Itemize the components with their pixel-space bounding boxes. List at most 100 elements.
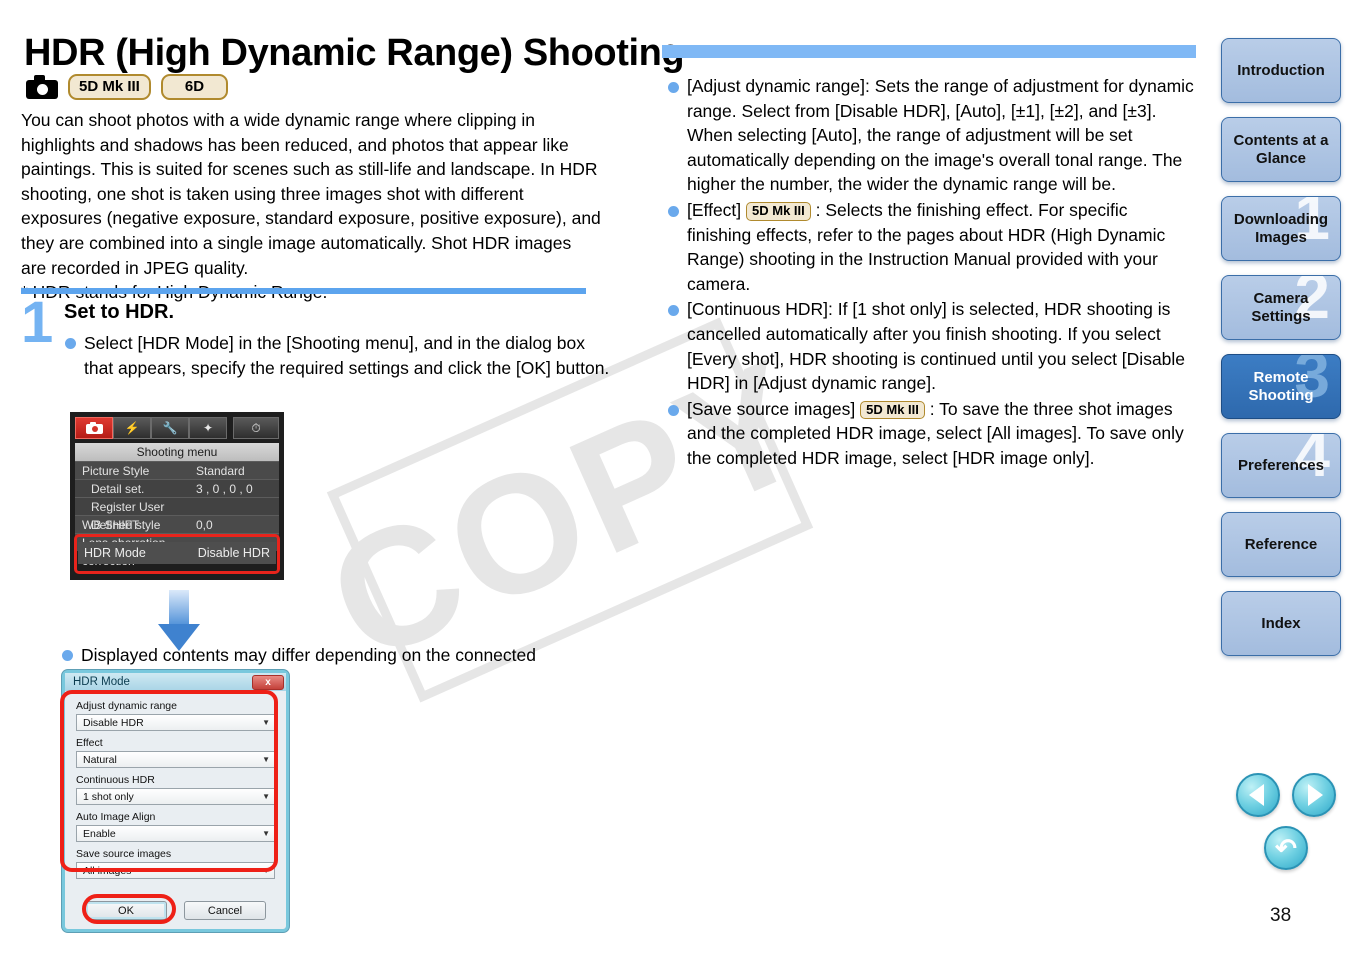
- camera-menu-row: Detail set. 3 , 0 , 0 , 0: [75, 479, 279, 497]
- sidebar-item-index[interactable]: Index: [1221, 591, 1341, 656]
- badge-6d: 6D: [160, 74, 229, 101]
- sidebar-item-downloading-images[interactable]: 1 Downloading Images: [1221, 196, 1341, 261]
- continuous-hdr-select[interactable]: 1 shot only ▼: [76, 788, 275, 805]
- step-section-rule: [21, 288, 586, 294]
- row-label: HDR Mode: [84, 546, 146, 560]
- bullet-dot-icon: [62, 650, 73, 661]
- ok-button[interactable]: OK: [85, 901, 167, 920]
- intro-paragraph: You can shoot photos with a wide dynamic…: [21, 110, 601, 278]
- bullet-adjust-dynamic-range: [Adjust dynamic range]: Sets the range o…: [668, 74, 1196, 197]
- camera-icon: [26, 75, 58, 100]
- chevron-down-icon: ▼: [262, 718, 270, 727]
- row-value: 0,0: [196, 518, 213, 532]
- bullet-text: [Effect] 5D Mk III : Selects the finishi…: [687, 199, 1166, 294]
- title-rule: [662, 45, 1196, 58]
- camera-menu-row: WB SHIFT 0,0: [75, 515, 279, 533]
- bullet-dot-icon: [668, 205, 679, 217]
- field-save-source-images: Save source images All images ▼: [76, 848, 275, 879]
- save-source-images-select[interactable]: All images ▼: [76, 862, 275, 879]
- adjust-dynamic-range-select[interactable]: Disable HDR ▼: [76, 714, 275, 731]
- flash-tab-icon: ⚡: [113, 417, 151, 439]
- page-nav-controls: ↶: [1236, 773, 1336, 870]
- select-value: 1 shot only: [83, 790, 134, 803]
- bullet-dot-icon: [668, 82, 679, 93]
- chevron-down-icon: ▼: [262, 755, 270, 764]
- field-label: Save source images: [76, 848, 172, 860]
- step-bullet: Select [HDR Mode] in the [Shooting menu]…: [65, 331, 610, 380]
- select-value: All images: [83, 864, 132, 877]
- field-auto-image-align: Auto Image Align Enable ▼: [76, 811, 275, 842]
- row-label: WB SHIFT: [82, 518, 140, 532]
- step-number: 1: [21, 290, 54, 355]
- dialog-title-bar: HDR Mode x: [65, 673, 286, 691]
- sidebar-item-label: Index: [1261, 614, 1301, 632]
- chevron-down-icon: ▼: [262, 792, 270, 801]
- sidebar-item-contents-at-a-glance[interactable]: Contents at a Glance: [1221, 117, 1341, 182]
- select-value: Disable HDR: [83, 716, 144, 729]
- return-arrow-icon[interactable]: ↶: [1264, 826, 1308, 870]
- next-arrow-icon[interactable]: [1292, 773, 1336, 817]
- dialog-buttons: OK Cancel: [65, 901, 286, 920]
- field-label: Auto Image Align: [76, 811, 156, 823]
- badge-5d-mk-iii: 5D Mk III: [68, 74, 151, 101]
- bullet-text: [Adjust dynamic range]: Sets the range o…: [687, 76, 1194, 195]
- camera-menu-row: Picture Style Standard: [75, 461, 279, 479]
- bullet-dot-icon: [65, 338, 76, 349]
- row-label: Picture Style: [82, 464, 150, 478]
- inline-badge-5d-mk-iii: 5D Mk III: [860, 400, 925, 420]
- sidebar-nav: Introduction Contents at a Glance 1 Down…: [1221, 38, 1341, 670]
- field-adjust-dynamic-range: Adjust dynamic range Disable HDR ▼: [76, 700, 275, 731]
- step-title: Set to HDR.: [64, 301, 174, 323]
- sidebar-item-remote-shooting[interactable]: 3 Remote Shooting: [1221, 354, 1341, 419]
- camera-tab-icon: [75, 417, 113, 439]
- sidebar-item-reference[interactable]: Reference: [1221, 512, 1341, 577]
- star-tab-icon: ✦: [189, 417, 227, 439]
- row-label: Detail set.: [91, 482, 145, 496]
- row-label: Register User Defined style: [91, 500, 165, 532]
- close-icon[interactable]: x: [252, 674, 284, 690]
- inline-badge-5d-mk-iii: 5D Mk III: [746, 201, 811, 221]
- page-number: 38: [1270, 905, 1292, 926]
- sidebar-item-preferences[interactable]: 4 Preferences: [1221, 433, 1341, 498]
- camera-menu-screenshot: ⚡ 🔧 ✦ ⏱ Shooting menu Picture Style Stan…: [70, 412, 284, 580]
- chevron-down-icon: ▼: [262, 866, 270, 875]
- bullet-dot-icon: [668, 305, 679, 317]
- camera-menu-tabs: ⚡ 🔧 ✦ ⏱: [75, 417, 279, 439]
- sidebar-item-label: Reference: [1244, 535, 1318, 553]
- dialog-body: Adjust dynamic range Disable HDR ▼ Effec…: [65, 691, 286, 879]
- camera-menu-title: Shooting menu: [75, 443, 279, 461]
- bullet-save-source-images: [Save source images] 5D Mk III : To save…: [668, 397, 1196, 471]
- sidebar-item-label: Preferences: [1238, 456, 1324, 474]
- clock-tab-icon: ⏱: [233, 417, 279, 439]
- camera-menu-row-hdr-mode: HDR Mode Disable HDR: [78, 542, 276, 564]
- hdr-mode-dialog: HDR Mode x Adjust dynamic range Disable …: [62, 670, 289, 932]
- field-effect: Effect Natural ▼: [76, 737, 275, 768]
- chevron-down-icon: ▼: [262, 829, 270, 838]
- sidebar-item-label: Contents at a Glance: [1233, 131, 1329, 167]
- bullet-continuous-hdr: [Continuous HDR]: If [1 shot only] is se…: [668, 297, 1196, 395]
- sidebar-item-introduction[interactable]: Introduction: [1221, 38, 1341, 103]
- bullet-effect: [Effect] 5D Mk III : Selects the finishi…: [668, 198, 1196, 296]
- prev-arrow-icon[interactable]: [1236, 773, 1280, 817]
- sidebar-item-label: Introduction: [1237, 61, 1325, 79]
- dialog-title-text: HDR Mode: [73, 676, 130, 688]
- row-value: Standard: [196, 464, 245, 478]
- sidebar-item-label: Camera Settings: [1251, 289, 1311, 325]
- page-title: HDR (High Dynamic Range) Shooting: [24, 32, 685, 74]
- sidebar-item-camera-settings[interactable]: 2 Camera Settings: [1221, 275, 1341, 340]
- cancel-button[interactable]: Cancel: [184, 901, 266, 920]
- right-column-bullets: [Adjust dynamic range]: Sets the range o…: [668, 74, 1196, 472]
- camera-model-badges: 5D Mk III 6D: [26, 74, 229, 101]
- select-value: Natural: [83, 753, 117, 766]
- select-value: Enable: [83, 827, 116, 840]
- intro-text-block: You can shoot photos with a wide dynamic…: [21, 108, 601, 305]
- camera-menu-row: Register User Defined style: [75, 497, 279, 532]
- bullet-dot-icon: [668, 404, 679, 416]
- sidebar-item-label: Remote Shooting: [1248, 368, 1314, 404]
- bullet-text: [Save source images] 5D Mk III : To save…: [687, 398, 1184, 468]
- field-label: Adjust dynamic range: [76, 700, 177, 712]
- manual-page: HDR (High Dynamic Range) Shooting 5D Mk …: [0, 0, 1350, 954]
- sidebar-item-label: Downloading Images: [1233, 210, 1329, 246]
- auto-image-align-select[interactable]: Enable ▼: [76, 825, 275, 842]
- effect-select[interactable]: Natural ▼: [76, 751, 275, 768]
